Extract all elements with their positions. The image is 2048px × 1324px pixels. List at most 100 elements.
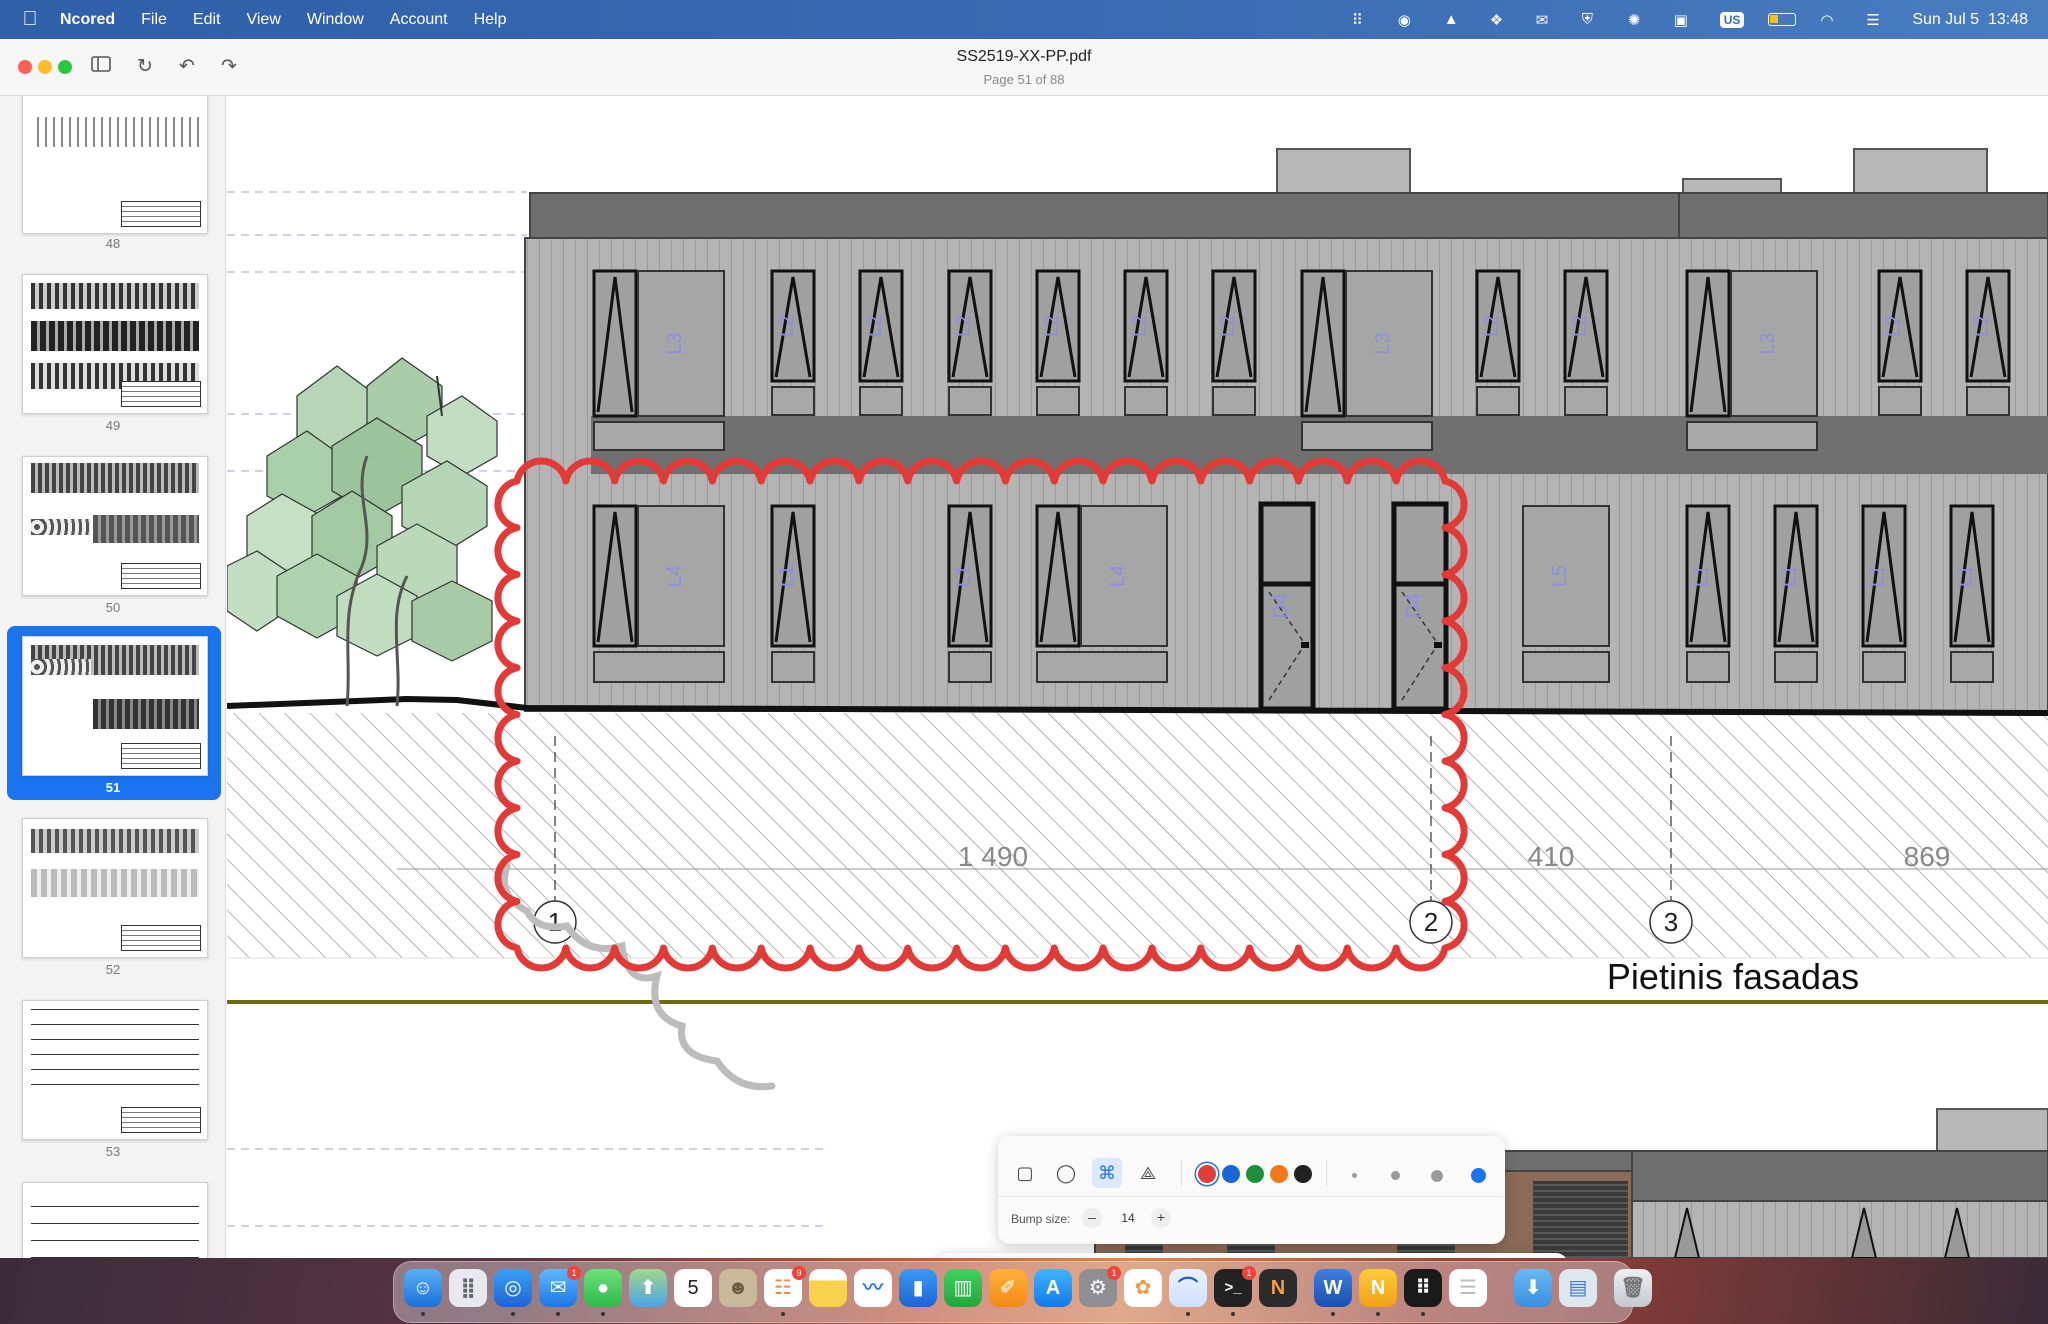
contacts-icon[interactable]: ☻ [719,1269,757,1307]
photos-icon[interactable]: ✿ [1124,1269,1162,1307]
window-tag: L2 [1129,315,1151,337]
window-tag: L3 [1757,332,1779,354]
bump-size-label: Bump size: [1011,1212,1071,1226]
wifi-icon[interactable]: ◠ [1820,11,1842,29]
upper-window: L2 [770,269,816,416]
window-tag: L1 [1955,565,1977,587]
dock: ☺ ⣿ ◎ ✉ 1 ● ⬆ 5 ☻ ☷ 9 〰 ▮ ▥ ✐ A ⚙ 1 ✿ ⌒ >_ 1… [393,1261,1652,1323]
pdf-canvas[interactable]: L3 L2 L2 L2 L2 L2 L2 L3 L2 L2 L3 L2 L2 L4 L1 L1 L4 D4 D4 L… [227,96,2048,1258]
page-number-51: 51 [105,780,121,795]
thumbnail-sidebar[interactable]: 48 49 50 51 52 53 [0,96,226,1258]
mail-icon[interactable]: ✉ 1 [539,1266,581,1316]
preview-icon[interactable]: ⌒ [1169,1269,1207,1316]
maps-icon[interactable]: ⬆ [629,1269,667,1307]
page-number-48: 48 [105,236,121,251]
battery-icon[interactable] [1768,13,1797,26]
lower-window: L1 [1685,504,1731,683]
folder-check-icon[interactable]: ▣ [1674,11,1696,29]
trees-illustration [227,357,498,707]
input-source-badge[interactable]: US [1719,11,1745,28]
drive-icon[interactable]: ▲ [1444,11,1466,29]
bump-decrease-button[interactable]: – [1082,1208,1102,1228]
rectangle-shape-button[interactable]: ▢ [1010,1158,1040,1188]
menu-help[interactable]: Help [474,11,507,29]
word-icon[interactable]: W [1314,1269,1352,1316]
grid-dots-icon[interactable]: ⠿ [1352,11,1374,29]
calendar-day: 5 [687,1277,699,1299]
color-swatch-orange[interactable] [1270,1165,1288,1183]
window-tag: L3 [1372,332,1394,354]
menu-account[interactable]: Account [390,11,448,29]
screenshot-stack-icon[interactable]: ▤ [1559,1269,1597,1307]
thumbnail-page-52[interactable] [22,818,208,958]
launchpad-icon[interactable]: ⣿ [449,1269,487,1307]
notion-icon[interactable]: N [1259,1269,1297,1307]
safari-icon[interactable]: ◎ [494,1269,532,1316]
grid-app-icon[interactable]: ⠿ [1404,1269,1442,1316]
control-center-icon[interactable]: ☰ [1866,11,1888,29]
cloud-shape-button[interactable]: ⌘ [1092,1158,1122,1188]
document-icon[interactable]: ☰ [1449,1269,1487,1307]
mail-badge: 1 [567,1266,581,1280]
apple-menu-icon[interactable]:  [0,8,60,31]
trash-icon[interactable]: 🗑 [1614,1269,1652,1307]
stroke-size-xs[interactable] [1352,1173,1357,1178]
thumbnail-page-51[interactable] [22,636,208,776]
ncored-icon[interactable]: N [1359,1269,1397,1316]
upper-window-group: L3 [592,269,725,451]
freeform-icon[interactable]: 〰 [854,1269,892,1307]
shield-icon[interactable]: ⛨ [1582,11,1604,29]
window-tag: L1 [1779,565,1801,587]
menu-file[interactable]: File [141,11,167,29]
terminal-icon[interactable]: >_ 1 [1214,1266,1256,1316]
page-number-50: 50 [105,600,121,615]
thumbnail-page-48[interactable] [22,96,208,234]
thumbnail-page-53[interactable] [22,1000,208,1140]
downloads-folder-icon[interactable]: ⬇ [1514,1269,1552,1307]
app-store-icon[interactable]: A [1034,1269,1072,1307]
stroke-size-s[interactable] [1391,1171,1400,1180]
reminders-icon[interactable]: ☷ 9 [764,1266,806,1316]
bump-increase-button[interactable]: + [1151,1208,1171,1228]
color-swatch-green[interactable] [1246,1165,1264,1183]
stroke-size-l[interactable] [1471,1168,1486,1183]
calendar-icon[interactable]: 5 [674,1269,712,1307]
upper-window-group: L3 [1685,269,1818,451]
dropbox-icon[interactable]: ❖ [1490,11,1512,29]
app-window: ↻ ↶ ↷ SS2519-XX-PP.pdf Page 51 of 88 48 … [0,39,2048,1258]
pages-icon[interactable]: ✐ [989,1269,1027,1307]
menu-view[interactable]: View [246,11,280,29]
menu-edit[interactable]: Edit [193,11,221,29]
toolbar-divider [998,1196,1505,1197]
page-number-49: 49 [105,418,121,433]
keynote-icon[interactable]: ▮ [899,1269,937,1307]
openai-icon[interactable]: ✺ [1628,11,1650,29]
system-settings-icon[interactable]: ⚙ 1 [1079,1266,1121,1307]
dimension-2: 410 [1528,841,1575,872]
menu-app-name[interactable]: Ncored [60,11,115,29]
numbers-icon[interactable]: ▥ [944,1269,982,1307]
notes-icon[interactable] [809,1269,847,1307]
finder-icon[interactable]: ☺ [404,1269,442,1316]
inbox-icon[interactable]: ✉ [1536,11,1558,29]
thumbnail-page-50[interactable] [22,456,208,596]
upper-window: L2 [1965,269,2011,416]
thumbnail-page-49[interactable] [22,274,208,414]
menu-window[interactable]: Window [307,11,364,29]
stroke-size-m[interactable] [1431,1170,1443,1182]
menu-clock[interactable]: Sun Jul 5 13:48 [1912,11,2028,29]
ellipse-shape-button[interactable]: ◯ [1051,1158,1081,1188]
color-swatch-blue[interactable] [1222,1165,1240,1183]
polygon-shape-button[interactable]: ⟁ [1133,1158,1163,1188]
color-swatch-red[interactable] [1198,1165,1216,1183]
thumbnail-page-54[interactable] [22,1182,208,1258]
upper-window: L2 [858,269,904,416]
record-icon[interactable]: ◉ [1398,11,1420,29]
axis-label-1: 1 [548,907,562,937]
upper-window: L2 [947,269,993,416]
messages-icon[interactable]: ● [584,1269,622,1316]
color-swatch-black[interactable] [1294,1165,1312,1183]
toolbar-divider [1326,1160,1327,1186]
window-tag: L2 [1883,315,1905,337]
upper-window: L2 [1035,269,1081,416]
